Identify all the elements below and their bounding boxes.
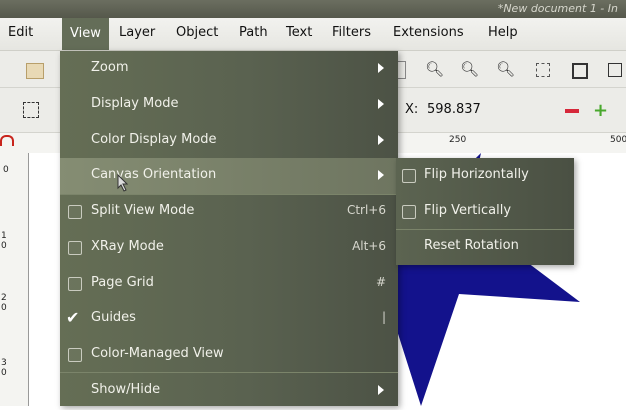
menu-item-label: Reset Rotation: [424, 238, 519, 253]
zoom-selection-icon[interactable]: 🔍︎: [425, 59, 444, 79]
view-menu-display-mode[interactable]: Display Mode: [60, 87, 398, 123]
submenu-flip-vertically[interactable]: Flip Vertically: [396, 194, 574, 230]
ruler-tick-label: 1 0: [1, 231, 7, 251]
view-menu-color-display-mode[interactable]: Color Display Mode: [60, 123, 398, 159]
checkbox-icon: [402, 205, 416, 219]
view-menu-guides[interactable]: ✔ Guides |: [60, 301, 398, 337]
toolbar-item-partial-icon[interactable]: [397, 61, 406, 79]
select-all-icon[interactable]: [23, 102, 39, 118]
view-menu-canvas-orientation[interactable]: Canvas Orientation: [60, 158, 398, 194]
view-menu: Zoom Display Mode Color Display Mode Can…: [60, 51, 398, 406]
shortcut-label: #: [375, 275, 386, 289]
view-menu-zoom[interactable]: Zoom: [60, 51, 398, 87]
view-menu-color-managed-view[interactable]: Color-Managed View: [60, 337, 398, 373]
mouse-pointer-icon: [117, 174, 129, 192]
zoom-drawing-icon[interactable]: 🔍︎: [460, 59, 479, 79]
submenu-arrow-icon: [378, 170, 384, 180]
menu-item-label: Flip Vertically: [424, 203, 512, 218]
submenu-arrow-icon: [378, 385, 384, 395]
submenu-flip-horizontally[interactable]: Flip Horizontally: [396, 158, 574, 194]
menu-layer[interactable]: Layer: [119, 25, 155, 40]
zoom-page-width-icon[interactable]: [536, 63, 550, 77]
ruler-tick-label: 2 0: [1, 293, 7, 313]
view-menu-show-hide[interactable]: Show/Hide: [60, 373, 398, 409]
menu-item-label: Page Grid: [91, 275, 154, 290]
menu-item-label: Canvas Orientation: [91, 167, 217, 182]
menu-help[interactable]: Help: [488, 25, 518, 40]
zoom-page-icon[interactable]: 🔍︎: [496, 59, 515, 79]
ruler-tick-label: 250: [449, 135, 467, 145]
vertical-ruler: 0 1 0 2 0 3 0: [0, 153, 29, 406]
checkbox-icon: [68, 241, 82, 255]
increment-icon[interactable]: +: [593, 102, 608, 120]
menu-item-label: Split View Mode: [91, 203, 195, 218]
checkbox-icon: [402, 169, 416, 183]
menu-item-label: Zoom: [91, 60, 129, 75]
menu-item-label: Display Mode: [91, 96, 179, 111]
menu-edit[interactable]: Edit: [8, 25, 33, 40]
menu-path[interactable]: Path: [239, 25, 268, 40]
duplicate-icon[interactable]: [572, 63, 588, 79]
new-document-icon[interactable]: [26, 63, 44, 79]
menu-bar: Edit View Layer Object Path Text Filters…: [0, 18, 626, 51]
x-coordinate-field[interactable]: 598.837: [427, 102, 481, 117]
clone-icon[interactable]: [608, 63, 622, 77]
view-menu-xray-mode[interactable]: XRay Mode Alt+6: [60, 230, 398, 266]
menu-text[interactable]: Text: [286, 25, 312, 40]
canvas-orientation-submenu: Flip Horizontally Flip Vertically Reset …: [396, 158, 574, 265]
shortcut-label: Ctrl+6: [346, 203, 386, 217]
ruler-tick-label: 3 0: [1, 358, 7, 378]
x-label: X:: [405, 102, 419, 117]
submenu-arrow-icon: [378, 99, 384, 109]
lock-guides-icon[interactable]: [0, 135, 14, 146]
shortcut-label: Alt+6: [352, 239, 386, 253]
menu-item-label: Show/Hide: [91, 382, 161, 397]
view-menu-split-view-mode[interactable]: Split View Mode Ctrl+6: [60, 194, 398, 230]
menu-item-label: Color Display Mode: [91, 132, 217, 147]
checkbox-icon: [68, 277, 82, 291]
submenu-arrow-icon: [378, 135, 384, 145]
checkmark-icon: ✔: [66, 308, 80, 327]
window-title: *New document 1 - In: [497, 2, 618, 15]
menu-view[interactable]: View: [62, 18, 109, 50]
menu-object[interactable]: Object: [176, 25, 218, 40]
menu-extensions[interactable]: Extensions: [393, 25, 464, 40]
checkbox-icon: [68, 348, 82, 362]
view-menu-page-grid[interactable]: Page Grid #: [60, 266, 398, 302]
submenu-reset-rotation[interactable]: Reset Rotation: [396, 229, 574, 265]
menu-item-label: Color-Managed View: [91, 346, 224, 361]
ruler-tick-label: 0: [3, 165, 9, 175]
shortcut-label: |: [381, 310, 386, 324]
window-titlebar: *New document 1 - In: [0, 0, 626, 18]
menu-filters[interactable]: Filters: [332, 25, 371, 40]
menu-item-label: Flip Horizontally: [424, 167, 529, 182]
menu-item-label: XRay Mode: [91, 239, 164, 254]
ruler-tick-label: 500: [610, 135, 626, 145]
menu-item-label: Guides: [91, 310, 136, 325]
checkbox-icon: [68, 205, 82, 219]
submenu-arrow-icon: [378, 63, 384, 73]
decrement-icon[interactable]: [565, 109, 579, 113]
